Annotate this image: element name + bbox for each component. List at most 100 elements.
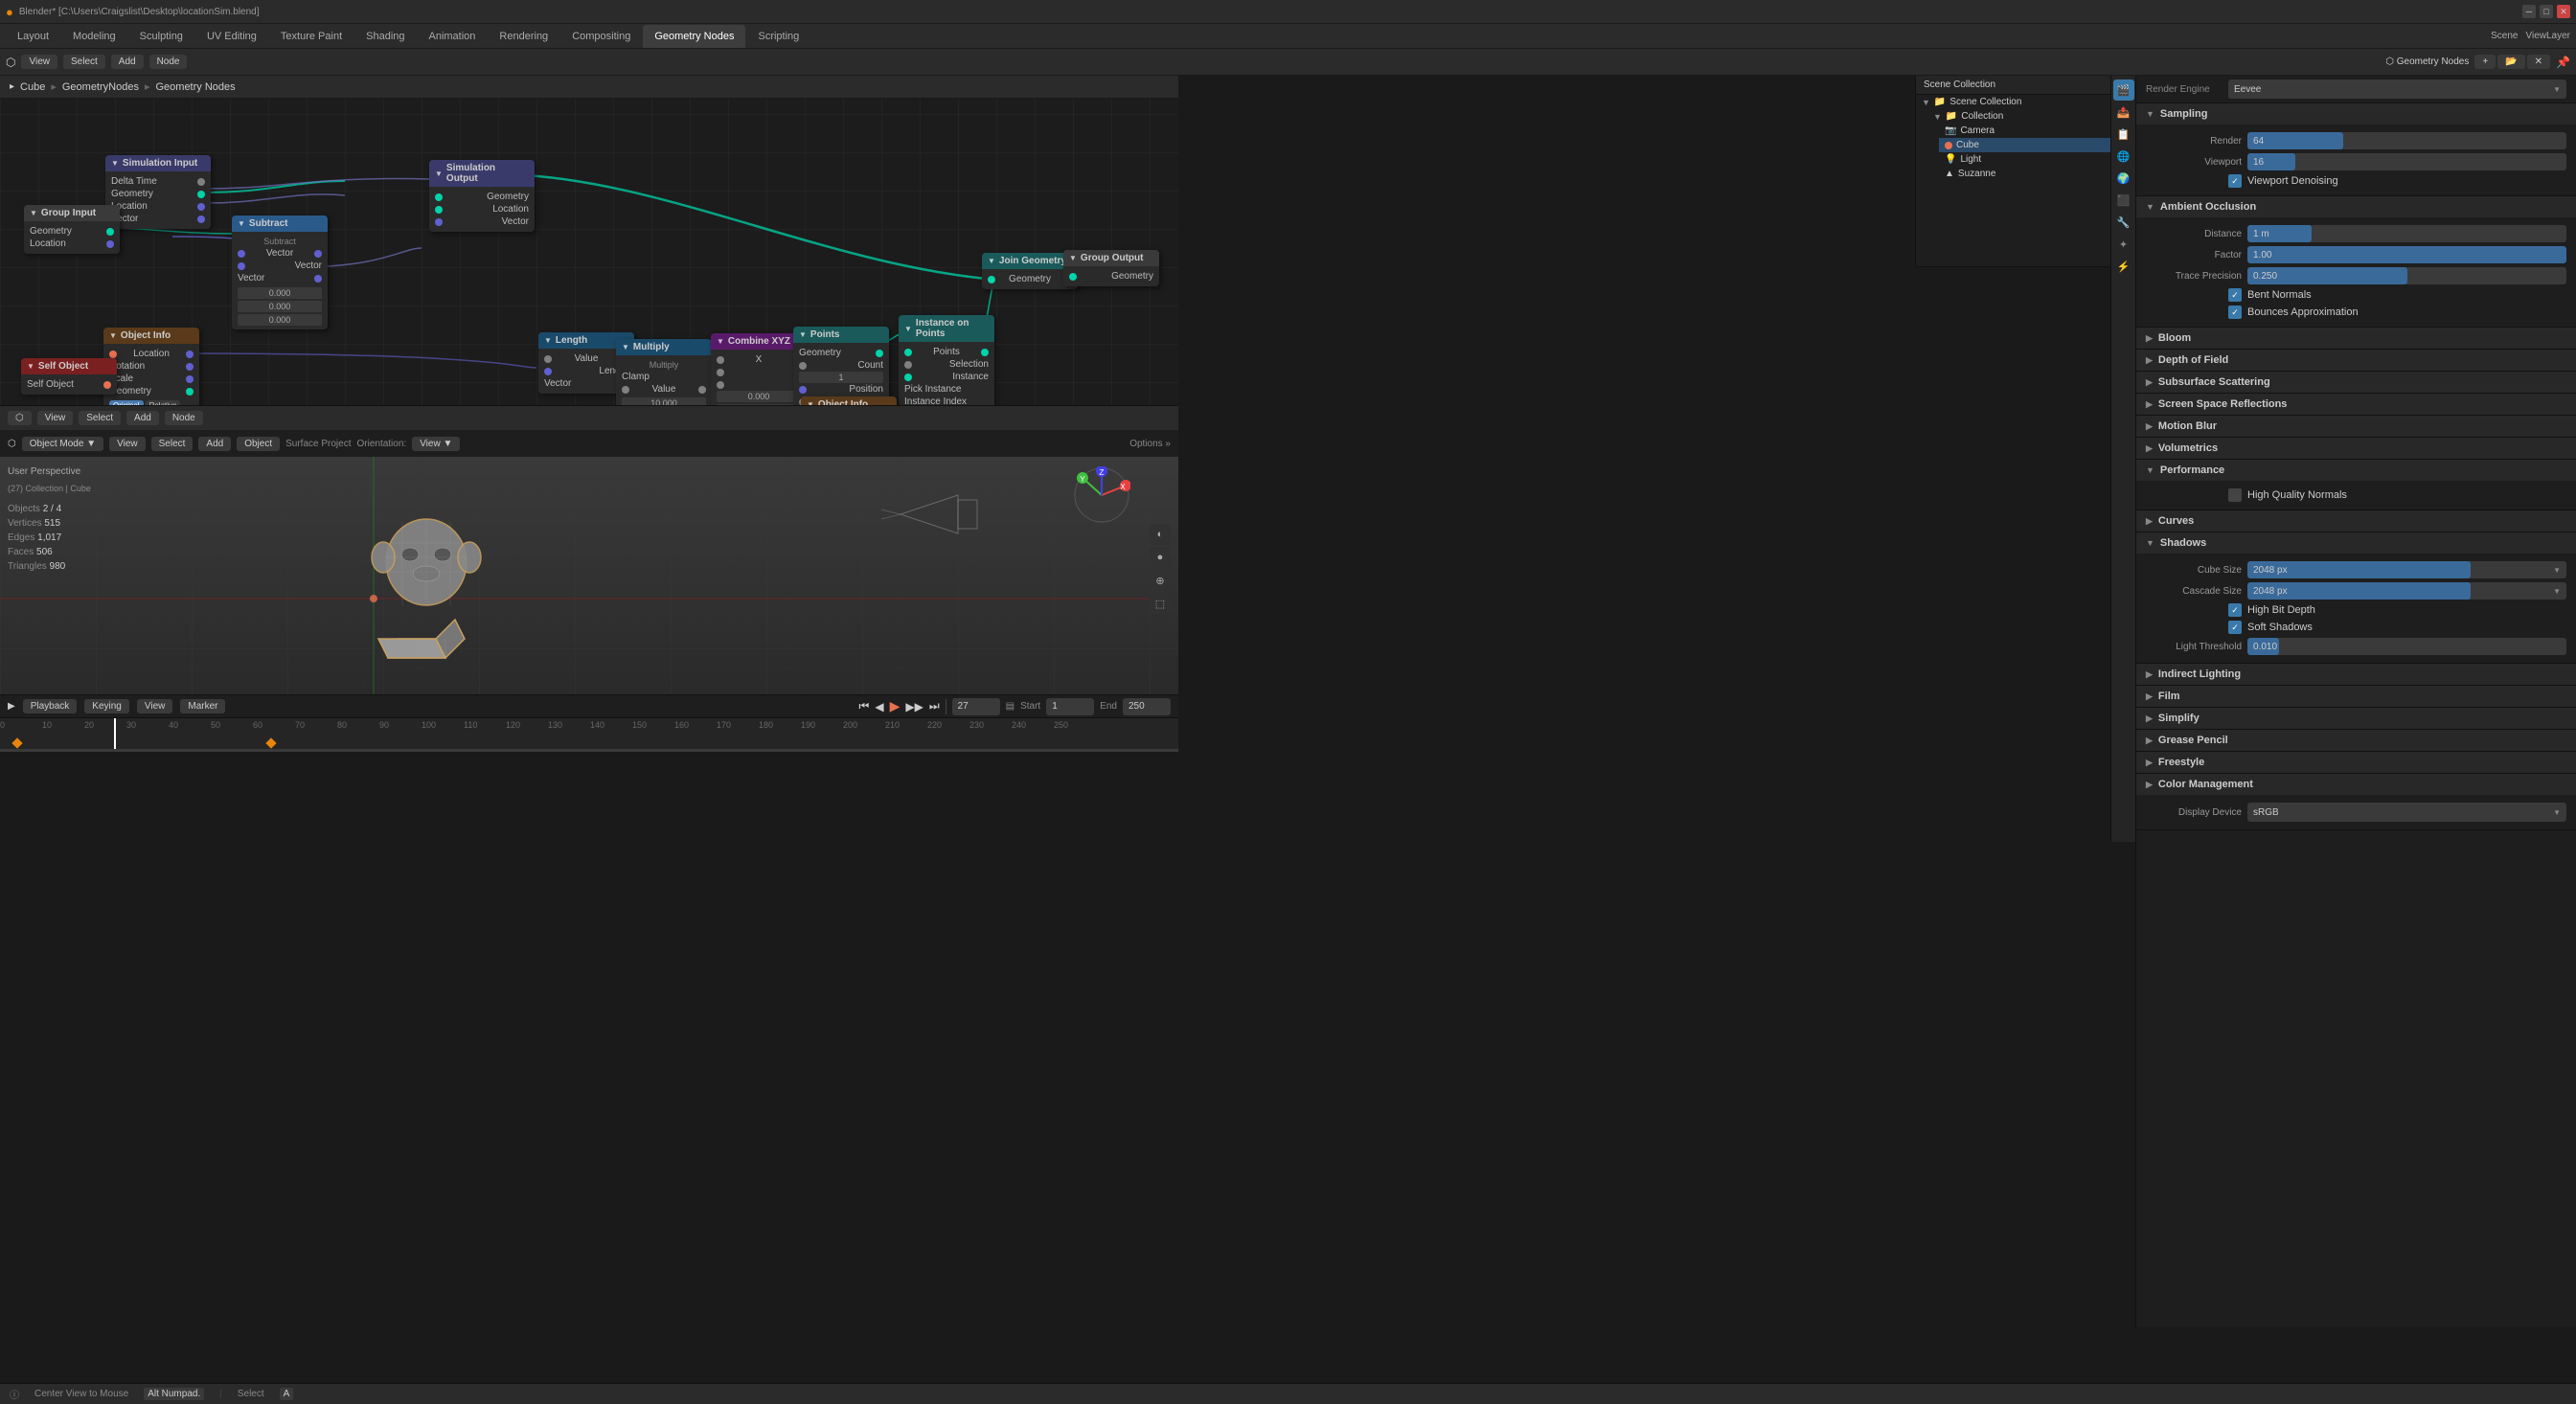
object-props-icon[interactable]: ⬛ [2113,190,2134,211]
section-dof-header[interactable]: ▶ Depth of Field [2136,350,2576,371]
soft-shadows-checkbox[interactable]: ✓ Soft Shadows [2146,619,2566,636]
pin-icon[interactable]: 📌 [2556,56,2570,69]
maximize-button[interactable]: □ [2540,5,2553,18]
viewport-view-menu[interactable]: View [109,437,146,451]
viewport-denoising-check[interactable]: ✓ [2228,174,2242,188]
node-group-input[interactable]: ▼ Group Input Geometry Location [24,205,120,254]
new-btn[interactable]: + [2474,55,2496,69]
section-grease-pencil-header[interactable]: ▶ Grease Pencil [2136,730,2576,751]
world-props-icon[interactable]: 🌍 [2113,168,2134,189]
outliner-item-scene-collection[interactable]: ▼ 📁 Scene Collection [1916,95,2135,109]
node-group-output[interactable]: ▼ Group Output Geometry [1063,250,1159,286]
step-forward-btn[interactable]: ▶▶ [905,700,923,713]
object-mode-dropdown[interactable]: Object Mode ▼ [22,437,103,451]
viewport-select-menu[interactable]: Select [151,437,194,451]
section-color-management-header[interactable]: ▶ Color Management [2136,774,2576,795]
tab-modeling[interactable]: Modeling [61,25,127,48]
timeline-content[interactable]: 0 10 20 30 40 50 60 70 80 90 100 110 120… [0,718,1178,752]
section-curves-header[interactable]: ▶ Curves [2136,510,2576,532]
modifier-props-icon[interactable]: 🔧 [2113,212,2134,233]
section-freestyle-header[interactable]: ▶ Freestyle [2136,752,2576,773]
node-add-btn[interactable]: Add [126,411,159,425]
keying-menu[interactable]: Keying [84,699,129,713]
step-back-btn[interactable]: ◀ [875,700,883,713]
close-button[interactable]: ✕ [2557,5,2570,18]
jump-end-btn[interactable]: ⏭ [929,699,940,713]
timeline-playhead[interactable] [114,718,116,752]
hq-normals-check[interactable] [2228,488,2242,502]
outliner-item-collection[interactable]: ▼ 📁 Collection [1927,109,2135,124]
browse-btn[interactable]: 📂 [2497,55,2524,69]
vp-overlay-toggle[interactable]: ⊕ [1150,570,1171,591]
node-simulation-input[interactable]: ▼ Simulation Input Delta Time Geometry L… [105,155,211,229]
render-engine-select[interactable]: Eevee ▼ [2228,79,2566,99]
render-props-icon[interactable]: 🎬 [2113,79,2134,101]
tab-layout[interactable]: Layout [6,25,60,48]
delete-btn[interactable]: ✕ [2527,55,2550,69]
keyframe-1[interactable] [11,737,22,748]
viewport-denoising-checkbox[interactable]: ✓ Viewport Denoising [2146,172,2566,190]
tab-sculpting[interactable]: Sculpting [128,25,194,48]
viewport-add-menu[interactable]: Add [198,437,231,451]
tab-geometry-nodes[interactable]: Geometry Nodes [643,25,745,48]
node-node-btn[interactable]: Node [165,411,203,425]
bounces-approx-check[interactable]: ✓ [2228,306,2242,319]
start-frame-input[interactable]: 1 [1046,698,1094,715]
scene-props-icon[interactable]: 🌐 [2113,146,2134,167]
bent-normals-check[interactable]: ✓ [2228,288,2242,302]
end-frame-input[interactable]: 250 [1123,698,1171,715]
tab-texture-paint[interactable]: Texture Paint [269,25,353,48]
section-ao-header[interactable]: ▼ Ambient Occlusion [2136,196,2576,217]
tab-animation[interactable]: Animation [418,25,488,48]
high-quality-normals-checkbox[interactable]: High Quality Normals [2146,487,2566,504]
outliner-item-camera[interactable]: 📷 Camera [1939,124,2135,138]
node-mode-btn[interactable]: ⬡ [8,411,32,425]
vp-rendered-preview[interactable]: ● [1150,547,1171,568]
section-film-header[interactable]: ▶ Film [2136,686,2576,707]
node-editor[interactable]: ▼ Simulation Input Delta Time Geometry L… [0,76,1178,430]
section-indirect-lighting-header[interactable]: ▶ Indirect Lighting [2136,664,2576,685]
node-subtract[interactable]: ▼ Subtract Subtract Vector Vector Vector… [232,215,328,329]
viewport-3d[interactable]: ⬡ Object Mode ▼ View Select Add Object S… [0,430,1178,694]
physics-props-icon[interactable]: ⚡ [2113,256,2134,277]
status-key-1[interactable]: Alt Numpad. [144,1388,204,1400]
node-multiply[interactable]: ▼ Multiply Multiply Clamp Value 10.000 [616,339,712,413]
section-performance-header[interactable]: ▼ Performance [2136,460,2576,481]
bounces-approx-checkbox[interactable]: ✓ Bounces Approximation [2146,304,2566,321]
viewport-object-menu[interactable]: Object [237,437,280,451]
keyframe-2[interactable] [265,737,276,748]
tab-rendering[interactable]: Rendering [488,25,559,48]
playback-menu[interactable]: Playback [23,699,78,713]
particles-props-icon[interactable]: ✦ [2113,234,2134,255]
outliner-item-light[interactable]: 💡 Light [1939,152,2135,167]
tab-shading[interactable]: Shading [354,25,416,48]
output-props-icon[interactable]: 📤 [2113,102,2134,123]
section-sss-header[interactable]: ▶ Subsurface Scattering [2136,372,2576,393]
marker-menu[interactable]: Marker [180,699,225,713]
options-btn[interactable]: Options » [1129,439,1171,449]
high-bit-depth-check[interactable]: ✓ [2228,603,2242,617]
vp-xray-toggle[interactable]: ⬚ [1150,593,1171,614]
view-timeline-menu[interactable]: View [137,699,173,713]
section-simplify-header[interactable]: ▶ Simplify [2136,708,2576,729]
vp-material-preview[interactable]: ◐ [1150,524,1171,545]
node-view-btn[interactable]: View [37,411,74,425]
orientation-dropdown[interactable]: View ▼ [412,437,460,451]
node-select-btn[interactable]: Select [79,411,121,425]
outliner-item-cube[interactable]: Cube ▲▼ [1939,138,2135,152]
node-simulation-output[interactable]: ▼ Simulation Output Geometry Location Ve… [429,160,535,232]
section-shadows-header[interactable]: ▼ Shadows [2136,532,2576,554]
tab-uv-editing[interactable]: UV Editing [195,25,268,48]
view-layer-props-icon[interactable]: 📋 [2113,124,2134,145]
bent-normals-checkbox[interactable]: ✓ Bent Normals [2146,286,2566,304]
section-motion-blur-header[interactable]: ▶ Motion Blur [2136,416,2576,437]
section-ssr-header[interactable]: ▶ Screen Space Reflections [2136,394,2576,415]
jump-start-btn[interactable]: ⏮ [859,699,870,713]
outliner-item-suzanne[interactable]: ▲ Suzanne [1939,167,2135,181]
high-bit-depth-checkbox[interactable]: ✓ High Bit Depth [2146,601,2566,619]
section-volumetrics-header[interactable]: ▶ Volumetrics [2136,438,2576,459]
select-menu[interactable]: Select [63,55,105,69]
section-sampling-header[interactable]: ▼ Sampling [2136,103,2576,125]
section-bloom-header[interactable]: ▶ Bloom [2136,328,2576,349]
node-self-object[interactable]: ▼ Self Object Self Object [21,358,117,395]
